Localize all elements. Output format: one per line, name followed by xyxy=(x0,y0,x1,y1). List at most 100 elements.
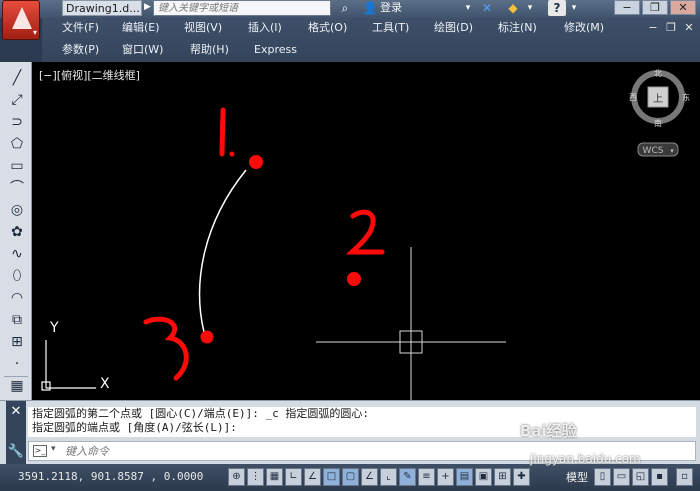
annotation-scale-icon[interactable]: ◱ xyxy=(632,468,649,486)
wcs-label: WCS xyxy=(643,146,664,156)
chevron-down-icon[interactable]: ▾ xyxy=(51,444,56,454)
polyline-tool-icon[interactable]: ⊃ xyxy=(7,112,27,132)
rectangle-tool-icon[interactable]: ▭ xyxy=(7,156,27,176)
close-icon[interactable]: ✕ xyxy=(682,21,696,35)
login-button[interactable]: 登录 xyxy=(380,0,402,16)
dynamic-input-icon[interactable]: ✎ xyxy=(399,468,416,486)
selection-cycling-icon[interactable]: ▣ xyxy=(475,468,492,486)
menu-window[interactable]: 窗口(W) xyxy=(122,40,163,60)
clean-screen-icon[interactable]: ▫ xyxy=(676,468,693,486)
window-controls: − ❐ ✕ xyxy=(614,0,696,16)
menu-tools[interactable]: 工具(T) xyxy=(372,18,409,38)
minimize-icon[interactable]: − xyxy=(614,0,640,15)
exchange-icon[interactable]: ✕ xyxy=(478,0,496,16)
menu-dimension[interactable]: 标注(N) xyxy=(498,18,537,38)
viewcube[interactable]: 上 北 南 东 西 WCS ▾ xyxy=(629,69,690,157)
title-expand-icon[interactable]: ▶ xyxy=(144,2,151,12)
arc-center-point xyxy=(347,272,361,286)
command-history-line: 指定圆弧的第二个点或 [圆心(C)/端点(E)]: _c 指定圆弧的圆心: xyxy=(32,407,369,420)
quick-view-layouts-icon[interactable]: ▯ xyxy=(594,468,611,486)
drawing-canvas[interactable]: [−][俯视][二维线框] Y X 上 北 南 东 西 WCS ▾ xyxy=(32,62,700,400)
ellipse-tool-icon[interactable]: ⬯ xyxy=(7,266,27,286)
menu-insert[interactable]: 插入(I) xyxy=(248,18,282,38)
close-icon[interactable]: ✕ xyxy=(670,0,696,15)
3d-object-snap-icon[interactable]: ▢ xyxy=(342,468,359,486)
workspace-switch-icon[interactable]: ▪ xyxy=(651,468,668,486)
line-tool-icon[interactable]: ╱ xyxy=(7,68,27,88)
watermark-brand: Bai经验 xyxy=(520,422,577,440)
construction-line-icon[interactable]: ⤢ xyxy=(7,90,27,110)
quick-view-drawings-icon[interactable]: ▭ xyxy=(613,468,630,486)
viewcube-south-label: 南 xyxy=(654,118,662,128)
search-input[interactable]: 键入关键字或短语 xyxy=(153,0,331,16)
ellipse-arc-icon[interactable]: ◠ xyxy=(7,288,27,308)
revision-cloud-icon[interactable]: ✿ xyxy=(7,222,27,242)
object-snap-icon[interactable]: □ xyxy=(323,468,340,486)
grid-display-icon[interactable]: ▦ xyxy=(266,468,283,486)
menu-help[interactable]: 帮助(H) xyxy=(190,40,229,60)
insert-block-icon[interactable]: ⧉ xyxy=(7,310,27,330)
polygon-tool-icon[interactable]: ⬠ xyxy=(7,134,27,154)
minimize-icon[interactable]: − xyxy=(646,21,660,35)
connect-icon[interactable]: ◆ xyxy=(504,0,522,16)
user-icon[interactable]: 👤 xyxy=(362,0,378,16)
ortho-mode-icon[interactable]: ∟ xyxy=(285,468,302,486)
annotation-1-stroke xyxy=(219,107,226,157)
arc-start-point xyxy=(249,155,263,169)
menu-express[interactable]: Express xyxy=(254,40,297,60)
autocad-logo-icon xyxy=(12,7,32,29)
point-tool-icon[interactable]: · xyxy=(7,354,27,374)
watermark-url: jingyan.baidu.com xyxy=(530,452,641,466)
command-history: 指定圆弧的第二个点或 [圆心(C)/端点(E)]: _c 指定圆弧的圆心: 指定… xyxy=(28,407,696,437)
hatch-tool-icon[interactable]: ▦ xyxy=(7,376,27,396)
annotation-2-stroke xyxy=(345,209,385,255)
document-title: Drawing1.d... xyxy=(62,0,142,16)
annotation-3-stroke xyxy=(143,316,189,381)
circle-tool-icon[interactable]: ◎ xyxy=(7,200,27,220)
infer-constraints-icon[interactable]: ⊕ xyxy=(228,468,245,486)
command-prompt-icon[interactable]: >_ xyxy=(33,445,47,457)
viewcube-east-label: 东 xyxy=(682,92,690,102)
restore-icon[interactable]: ❐ xyxy=(664,21,678,35)
menu-bar: 文件(F) 编辑(E) 视图(V) 插入(I) 格式(O) 工具(T) 绘图(D… xyxy=(42,18,700,62)
chevron-down-icon[interactable]: ▾ xyxy=(462,0,474,16)
menu-file[interactable]: 文件(F) xyxy=(62,18,99,38)
quick-properties-icon[interactable]: ▤ xyxy=(456,468,473,486)
menu-format[interactable]: 格式(O) xyxy=(308,18,347,38)
draw-toolbar: ╱ ⤢ ⊃ ⬠ ▭ ⌒ ◎ ✿ ∿ ⬯ ◠ ⧉ ⊞ · ▦ xyxy=(0,62,32,400)
polar-tracking-icon[interactable]: ∠ xyxy=(304,468,321,486)
make-block-icon[interactable]: ⊞ xyxy=(7,332,27,352)
transparency-icon[interactable]: + xyxy=(437,468,454,486)
menu-parametric[interactable]: 参数(P) xyxy=(62,40,99,60)
snap-mode-icon[interactable]: ⋮ xyxy=(247,468,264,486)
restore-icon[interactable]: ❐ xyxy=(642,0,668,15)
object-snap-tracking-icon[interactable]: ∠ xyxy=(361,468,378,486)
crosshair-cursor xyxy=(316,247,506,400)
command-input[interactable] xyxy=(65,444,485,459)
binoculars-icon[interactable]: ⌕ xyxy=(336,0,354,16)
help-icon[interactable]: ? xyxy=(548,0,566,16)
dynamic-ucs-icon[interactable]: ⌞ xyxy=(380,468,397,486)
chevron-down-icon: ▾ xyxy=(32,28,37,37)
annotation-monitor-icon[interactable]: ⊞ xyxy=(494,468,511,486)
ucs-icon xyxy=(41,340,96,391)
arc-end-point xyxy=(200,330,214,344)
menu-draw[interactable]: 绘图(D) xyxy=(434,18,473,38)
model-tab[interactable]: 模型 xyxy=(566,469,588,485)
application-menu-button[interactable]: ▾ xyxy=(2,0,40,40)
chevron-down-icon[interactable]: ▾ xyxy=(568,0,580,16)
menu-view[interactable]: 视图(V) xyxy=(184,18,222,38)
lineweight-icon[interactable]: ≡ xyxy=(418,468,435,486)
menu-modify[interactable]: 修改(M) xyxy=(564,18,604,38)
add-icon[interactable]: ✚ xyxy=(513,468,530,486)
document-window-controls: − ❐ ✕ xyxy=(646,21,696,35)
wrench-icon[interactable]: 🔧 xyxy=(6,443,26,461)
menu-edit[interactable]: 编辑(E) xyxy=(122,18,160,38)
command-line-grip: ✕ 🔧 xyxy=(6,401,26,465)
spline-tool-icon[interactable]: ∿ xyxy=(7,244,27,264)
arc-entity[interactable] xyxy=(198,169,247,333)
chevron-down-icon[interactable]: ▾ xyxy=(524,0,536,16)
arc-tool-icon[interactable]: ⌒ xyxy=(7,178,27,198)
viewcube-north-label: 北 xyxy=(654,69,662,78)
close-icon[interactable]: ✕ xyxy=(6,403,26,421)
